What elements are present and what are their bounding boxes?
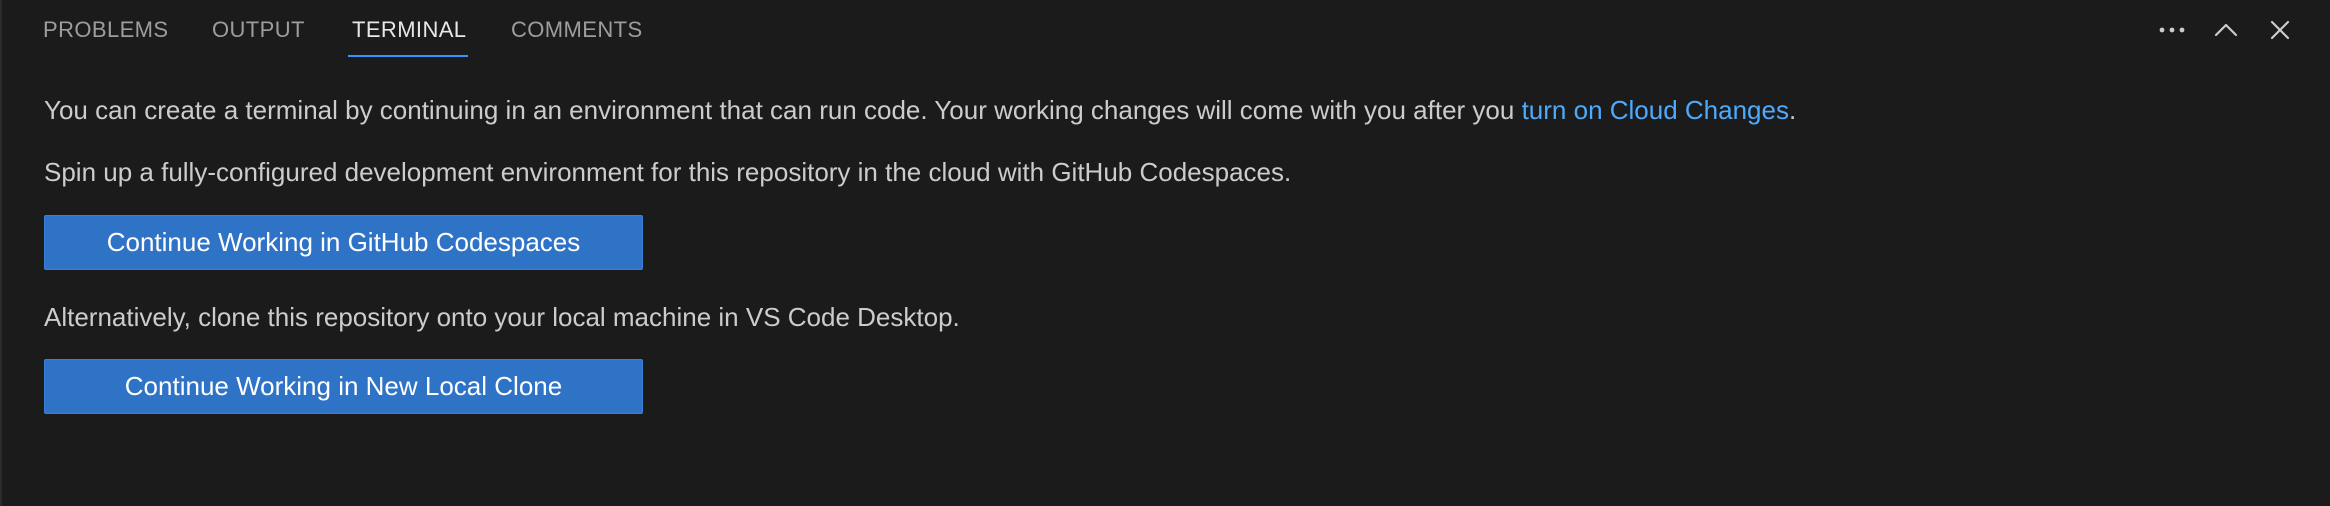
cloud-changes-message: You can create a terminal by continuing … xyxy=(44,93,1796,127)
chevron-up-icon[interactable] xyxy=(2210,14,2242,46)
cloud-changes-suffix: . xyxy=(1788,95,1797,125)
more-actions-icon[interactable] xyxy=(2156,14,2188,46)
tab-output[interactable]: OUTPUT xyxy=(212,17,305,43)
continue-in-local-clone-button[interactable]: Continue Working in New Local Clone xyxy=(44,359,643,414)
tab-terminal[interactable]: TERMINAL xyxy=(352,17,466,43)
panel-tab-bar: PROBLEMS OUTPUT TERMINAL COMMENTS xyxy=(2,0,2330,60)
continue-in-codespaces-button[interactable]: Continue Working in GitHub Codespaces xyxy=(44,215,643,270)
local-clone-message: Alternatively, clone this repository ont… xyxy=(44,302,960,332)
panel-actions xyxy=(2156,14,2296,46)
close-icon[interactable] xyxy=(2264,14,2296,46)
tab-problems[interactable]: PROBLEMS xyxy=(43,17,168,43)
active-tab-indicator xyxy=(348,55,468,57)
turn-on-cloud-changes-link[interactable]: turn on Cloud Changes xyxy=(1522,95,1789,125)
terminal-panel: PROBLEMS OUTPUT TERMINAL COMMENTS You ca… xyxy=(0,0,2330,506)
codespaces-message: Spin up a fully-configured development e… xyxy=(44,157,1292,187)
cloud-changes-text: You can create a terminal by continuing … xyxy=(44,95,1522,125)
tab-comments[interactable]: COMMENTS xyxy=(511,17,643,43)
